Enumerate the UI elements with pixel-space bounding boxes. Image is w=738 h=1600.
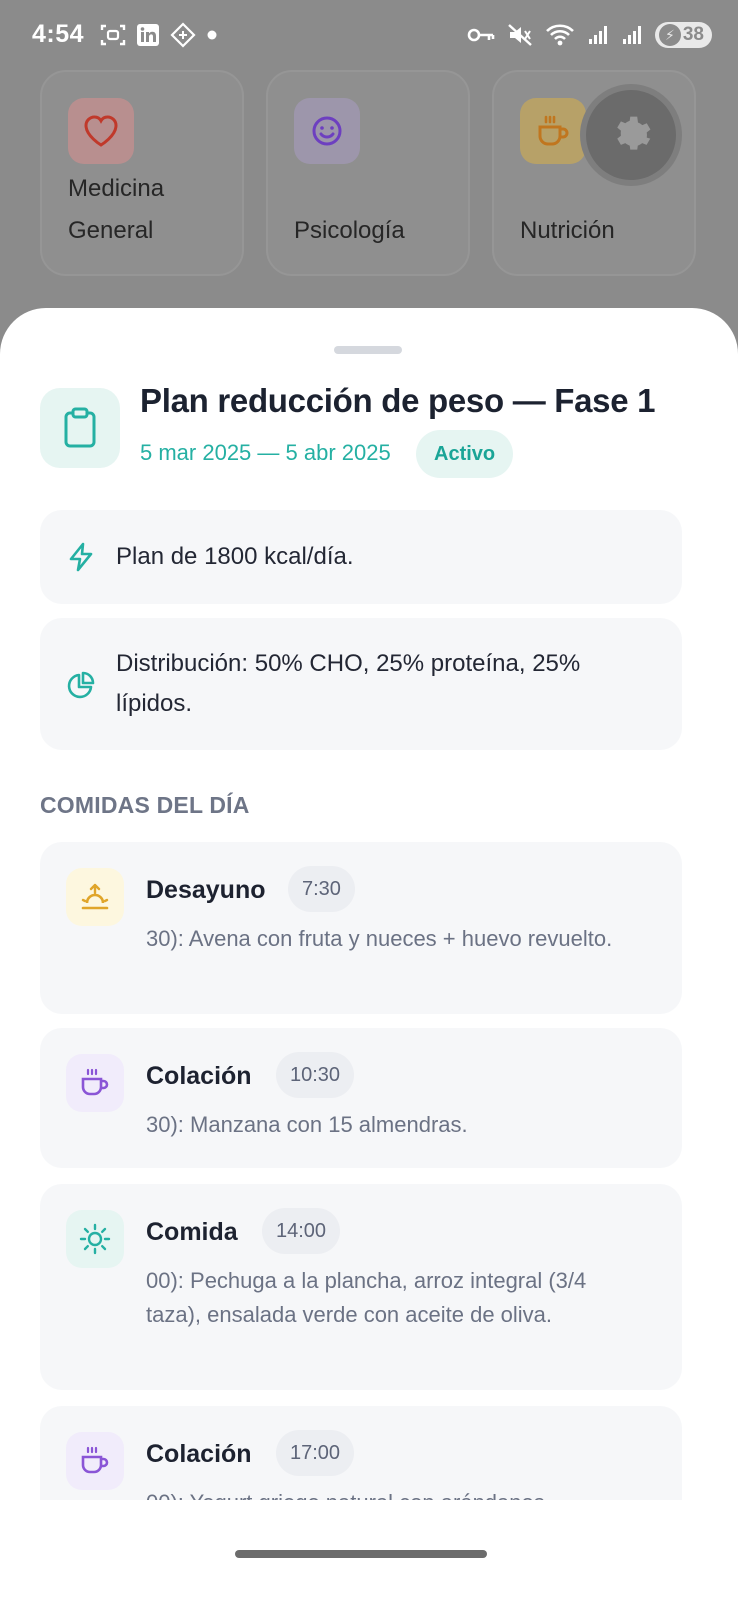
clipboard-icon (40, 388, 120, 468)
plan-bottom-sheet: Plan reducción de peso — Fase 1 5 mar 20… (0, 308, 738, 1600)
mute-icon (508, 24, 532, 46)
meal-name: Colación (146, 1062, 252, 1090)
plan-title: Plan reducción de peso — Fase 1 (140, 382, 656, 419)
meal-time-badge: 17:00 (276, 1430, 355, 1476)
meal-time-badge: 10:30 (276, 1052, 355, 1098)
status-system-icons: ⚡ 38 (467, 22, 712, 48)
meals-section-title: COMIDAS DEL DÍA (40, 792, 250, 818)
meal-description: 30): Manzana con 15 almendras. (146, 1112, 468, 1137)
specialty-card-nutricion[interactable]: Nutrición (492, 70, 696, 276)
meal-card-desayuno[interactable]: Desayuno 7:30 30): Avena con fruta y nue… (40, 842, 682, 1014)
cup-icon (66, 1054, 124, 1112)
sun-icon (66, 1210, 124, 1268)
plan-date-range: 5 mar 2025 — 5 abr 2025 (140, 440, 391, 465)
meal-time-badge: 14:00 (262, 1208, 341, 1254)
specialty-label: Psicología (294, 217, 405, 244)
notification-dot-icon (207, 30, 217, 40)
status-badge: Activo (416, 430, 514, 478)
wifi-icon (545, 24, 574, 46)
status-notification-icons (100, 22, 218, 48)
cup-icon (66, 1432, 124, 1490)
status-bar: 4:54 ⚡ 38 (0, 0, 738, 70)
calories-card: Plan de 1800 kcal/día. (40, 510, 682, 604)
meal-card-colacion[interactable]: Colación 10:30 30): Manzana con 15 almen… (40, 1028, 682, 1168)
vpn-key-icon (467, 28, 495, 42)
linkedin-icon (137, 24, 159, 46)
smiley-icon (294, 98, 360, 164)
calories-text: Plan de 1800 kcal/día. (116, 543, 354, 570)
pie-chart-icon (66, 670, 96, 700)
meal-time-badge: 7:30 (288, 866, 355, 912)
heart-icon (68, 98, 134, 164)
meal-description: 30): Avena con fruta y nueces + huevo re… (146, 926, 613, 951)
settings-fab[interactable] (586, 90, 676, 180)
gear-icon (617, 116, 651, 150)
meal-description: 00): Pechuga a la plancha, arroz integra… (146, 1268, 587, 1327)
meal-name: Comida (146, 1218, 238, 1246)
specialty-label-line2: General (68, 217, 154, 244)
specialty-label-line1: Medicina (68, 175, 165, 202)
meal-name: Colación (146, 1440, 252, 1468)
app-diamond-icon (170, 22, 196, 48)
sunrise-icon (66, 868, 124, 926)
status-time: 4:54 (32, 20, 85, 48)
battery-indicator: ⚡ 38 (654, 22, 712, 48)
coffee-cup-icon (520, 98, 586, 164)
lightning-icon (66, 542, 96, 572)
home-indicator[interactable] (235, 1550, 487, 1558)
signal-2-icon (622, 26, 641, 44)
distribution-card: Distribución: 50% CHO, 25% proteína, 25%… (40, 618, 682, 750)
distribution-text: Distribución: 50% CHO, 25% proteína, 25%… (116, 650, 581, 717)
specialty-card-psicologia[interactable]: Psicología (266, 70, 470, 276)
screenshot-icon (100, 24, 126, 46)
specialty-label: Nutrición (520, 217, 615, 244)
signal-1-icon (588, 26, 607, 44)
meal-card-comida[interactable]: Comida 14:00 00): Pechuga a la plancha, … (40, 1184, 682, 1390)
specialty-card-medicina[interactable]: Medicina General (40, 70, 244, 276)
meal-name: Desayuno (146, 876, 266, 904)
charging-bolt-icon: ⚡ (658, 24, 681, 46)
battery-level: 38 (682, 24, 704, 45)
sheet-drag-handle[interactable] (334, 346, 402, 354)
